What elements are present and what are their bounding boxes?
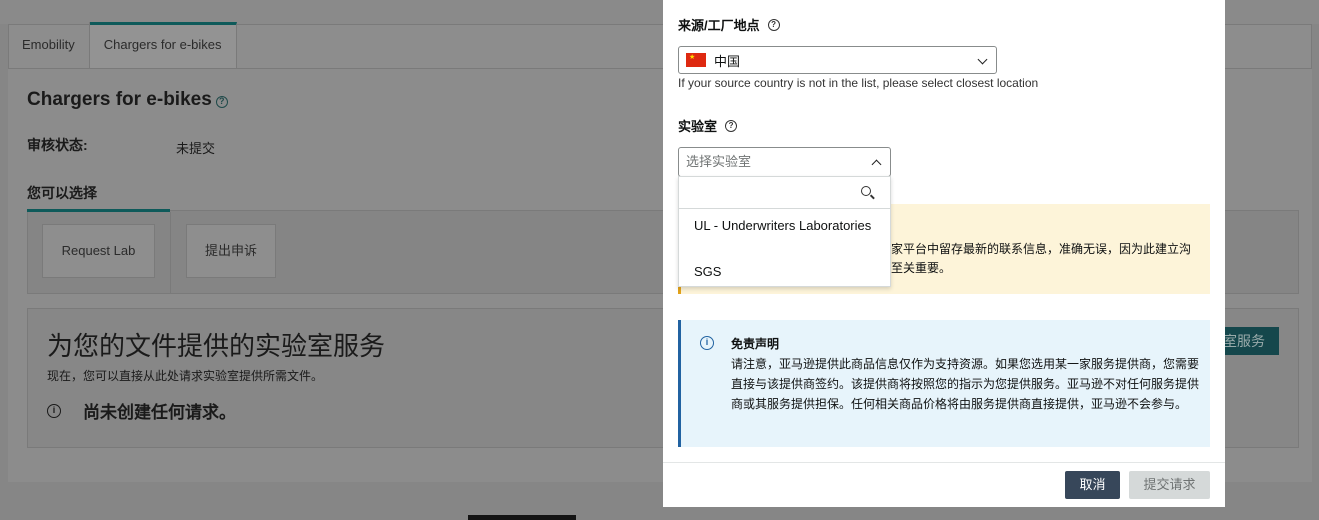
warning-text: 卖家平台中留存最新的联系信息，准确无误，因为此建立沟通至关重要。 — [879, 242, 1192, 275]
lab-label-text: 实验室 — [678, 119, 718, 134]
info-icon: i — [700, 336, 714, 350]
divider — [170, 212, 171, 294]
lab-service-subtitle: 现在，您可以直接从此处请求实验室提供所需文件。 — [47, 369, 324, 383]
bottom-bar — [468, 515, 576, 520]
request-lab-card[interactable]: Request Lab — [42, 224, 155, 278]
review-status-value: 未提交 — [176, 141, 216, 156]
chevron-up-icon — [871, 159, 882, 170]
lab-service-title: 为您的文件提供的实验室服务 — [47, 331, 386, 361]
modal-footer-divider — [663, 462, 1225, 463]
disclaimer-body: 请注意，亚马逊提供此商品信息仅作为支持资源。如果您选用某一家服务提供商，您需要直… — [731, 357, 1200, 411]
lab-select-placeholder: 选择实验室 — [686, 154, 752, 169]
no-requests-message: i 尚未创建任何请求。 — [47, 398, 236, 423]
tab-chargers-for-e-bikes[interactable]: Chargers for e-bikes — [89, 22, 237, 68]
lab-dropdown: UL - Underwriters Laboratories SGS — [678, 176, 891, 287]
source-location-label-text: 来源/工厂地点 — [678, 18, 760, 33]
china-flag-icon: ★ — [686, 53, 706, 67]
cancel-button[interactable]: 取消 — [1065, 471, 1120, 499]
lab-select[interactable]: 选择实验室 — [678, 147, 891, 177]
help-icon[interactable]: ? — [767, 18, 780, 31]
request-lab-modal: 来源/工厂地点 ? ★ 中国 If your source country is… — [663, 0, 1225, 507]
chevron-down-icon — [977, 54, 988, 65]
lab-option-ul[interactable]: UL - Underwriters Laboratories — [694, 219, 874, 233]
info-icon: i — [47, 403, 61, 418]
disclaimer-alert: i 免责声明 请注意，亚马逊提供此商品信息仅作为支持资源。如果您选用某一家服务提… — [678, 320, 1210, 447]
review-status-label: 审核状态: — [27, 137, 88, 153]
lab-option-sgs[interactable]: SGS — [694, 265, 874, 279]
submit-request-button[interactable]: 提交请求 — [1129, 471, 1210, 499]
disclaimer-title: 免责声明 — [731, 337, 780, 351]
country-select[interactable]: ★ 中国 — [678, 46, 997, 74]
file-appeal-card[interactable]: 提出申诉 — [186, 224, 276, 278]
page-heading: Chargers for e-bikes? — [27, 89, 228, 111]
no-requests-text: 尚未创建任何请求。 — [83, 403, 236, 422]
help-icon[interactable]: ? — [725, 119, 738, 132]
tab-emobility[interactable]: Emobility — [8, 22, 90, 68]
country-select-value: 中国 — [714, 53, 741, 69]
active-tab-underline — [27, 209, 170, 212]
you-can-choose-tab[interactable]: 您可以选择 — [27, 183, 97, 203]
lab-label: 实验室 ? — [678, 116, 738, 135]
page-heading-text: Chargers for e-bikes — [27, 89, 212, 110]
source-location-label: 来源/工厂地点 ? — [678, 15, 780, 34]
search-icon — [861, 186, 871, 196]
help-icon[interactable]: ? — [215, 96, 228, 108]
country-hint: If your source country is not in the lis… — [678, 76, 1039, 90]
lab-search-input[interactable] — [679, 177, 890, 209]
category-tabs: Emobility Chargers for e-bikes — [8, 22, 237, 68]
